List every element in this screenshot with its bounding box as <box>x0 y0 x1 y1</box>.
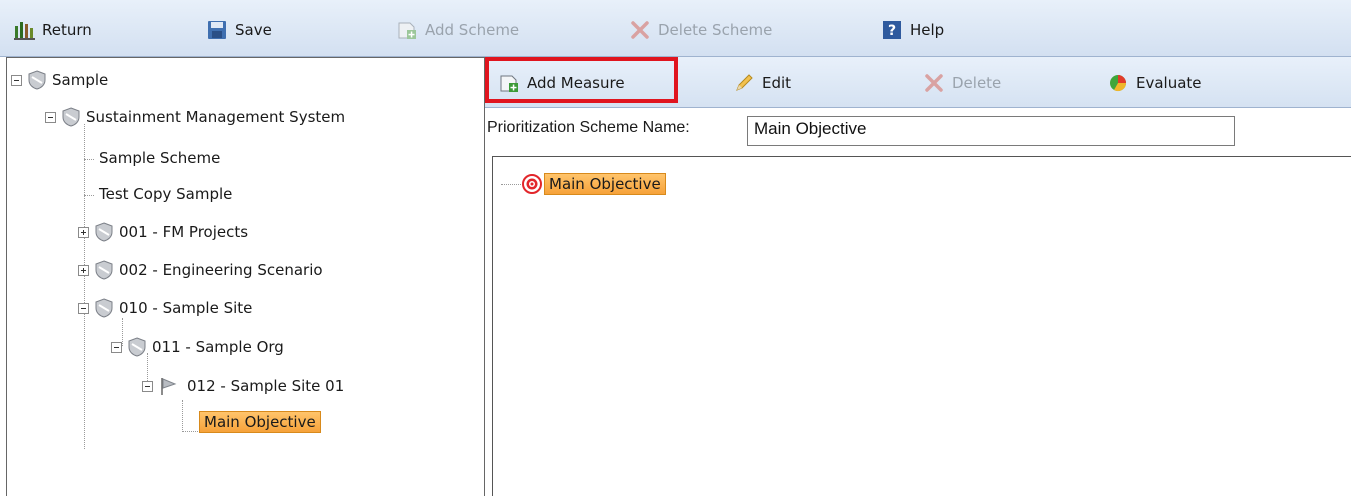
main-toolbar: Return Save Add Scheme Delete Scheme ? H… <box>0 0 1351 57</box>
tree-node-sample-site[interactable]: 010 - Sample Site <box>78 295 252 321</box>
tree-label-selected: Main Objective <box>199 411 321 433</box>
shield-icon <box>95 260 113 280</box>
tree-label: 011 - Sample Org <box>152 338 284 356</box>
evaluate-button[interactable]: Evaluate <box>1108 71 1202 95</box>
tree-label: Sample Scheme <box>99 149 221 167</box>
pie-chart-icon <box>1108 73 1128 93</box>
collapse-toggle[interactable] <box>45 111 56 123</box>
add-scheme-button[interactable]: Add Scheme <box>397 18 519 42</box>
delete-x-icon <box>924 73 944 93</box>
return-button[interactable]: Return <box>14 18 92 42</box>
canvas-node-label: Main Objective <box>544 173 666 195</box>
tree-node-sample[interactable]: Sample <box>11 67 108 93</box>
return-icon <box>14 20 35 40</box>
tree-node-main-objective[interactable]: Main Objective <box>199 409 321 435</box>
tree-label: 001 - FM Projects <box>119 223 249 241</box>
delete-scheme-button[interactable]: Delete Scheme <box>630 18 772 42</box>
edit-label: Edit <box>762 74 792 92</box>
shield-icon <box>28 70 46 90</box>
delete-label: Delete <box>952 74 1002 92</box>
scheme-name-input[interactable]: Main Objective <box>747 116 1235 146</box>
tree-label: Sample <box>52 71 109 89</box>
collapse-toggle[interactable] <box>11 74 22 86</box>
delete-x-icon <box>630 20 650 40</box>
help-icon: ? <box>882 20 902 40</box>
save-button[interactable]: Save <box>207 18 272 42</box>
scheme-name-label: Prioritization Scheme Name: <box>487 119 690 136</box>
collapse-toggle[interactable] <box>142 380 153 392</box>
shield-icon <box>128 337 146 357</box>
tree-node-test-copy[interactable]: Test Copy Sample <box>99 181 232 207</box>
scheme-tree-pane: Sample Sustainment Management System Sam… <box>6 57 485 496</box>
tree-label: 002 - Engineering Scenario <box>119 261 323 279</box>
measure-tree-canvas[interactable]: Main Objective <box>492 156 1351 496</box>
tree-node-sample-scheme[interactable]: Sample Scheme <box>99 145 220 171</box>
tree-node-eng-scenario[interactable]: 002 - Engineering Scenario <box>78 257 323 283</box>
tree-node-sms[interactable]: Sustainment Management System <box>45 104 345 130</box>
tree-node-sample-org[interactable]: 011 - Sample Org <box>111 334 284 360</box>
flag-icon <box>161 378 177 395</box>
target-icon <box>522 174 542 194</box>
canvas-node-main-objective[interactable]: Main Objective <box>522 171 666 197</box>
tree-node-fm-projects[interactable]: 001 - FM Projects <box>78 219 248 245</box>
shield-icon <box>62 107 80 127</box>
scheme-name-row: Prioritization Scheme Name: Main Objecti… <box>485 107 1351 153</box>
delete-button[interactable]: Delete <box>924 71 1001 95</box>
collapse-toggle[interactable] <box>111 341 122 353</box>
delete-scheme-label: Delete Scheme <box>658 21 773 39</box>
add-document-icon <box>397 20 417 40</box>
tree-label: 010 - Sample Site <box>119 299 253 317</box>
shield-icon <box>95 298 113 318</box>
measure-toolbar: Add Measure Edit Delete Evaluate <box>485 57 1351 108</box>
save-label: Save <box>235 21 272 39</box>
help-label: Help <box>910 21 945 39</box>
expand-toggle[interactable] <box>78 264 89 276</box>
shield-icon <box>95 222 113 242</box>
pencil-icon <box>734 73 754 93</box>
svg-text:?: ? <box>888 23 896 39</box>
expand-toggle[interactable] <box>78 226 89 238</box>
add-scheme-label: Add Scheme <box>425 21 520 39</box>
return-label: Return <box>42 21 92 39</box>
floppy-disk-icon <box>207 20 227 40</box>
edit-button[interactable]: Edit <box>734 71 791 95</box>
scheme-editor-pane: Add Measure Edit Delete Evaluate Priorit… <box>485 57 1351 496</box>
highlight-box <box>485 57 678 103</box>
tree-label: 012 - Sample Site 01 <box>187 377 345 395</box>
collapse-toggle[interactable] <box>78 302 89 314</box>
tree-label: Sustainment Management System <box>86 108 346 126</box>
tree-node-sample-site-01[interactable]: 012 - Sample Site 01 <box>142 373 344 399</box>
help-button[interactable]: ? Help <box>882 18 944 42</box>
tree-label: Test Copy Sample <box>99 185 233 203</box>
evaluate-label: Evaluate <box>1136 74 1202 92</box>
